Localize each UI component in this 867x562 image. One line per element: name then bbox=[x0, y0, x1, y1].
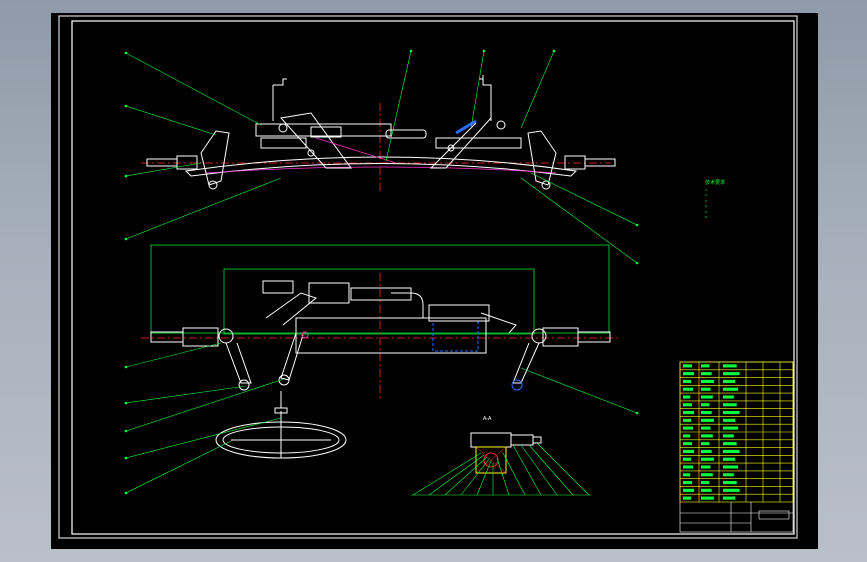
title-block-text-mark bbox=[723, 379, 736, 383]
top-view bbox=[141, 244, 621, 398]
title-block-text-mark bbox=[683, 379, 692, 383]
title-block-text-mark bbox=[723, 449, 740, 453]
engineering-drawing: A-A bbox=[58, 15, 798, 539]
technical-notes-title: 技术要求 bbox=[705, 180, 726, 186]
title-block-text-mark bbox=[701, 418, 714, 422]
title-block bbox=[679, 361, 794, 533]
title-block-text-mark bbox=[701, 442, 710, 446]
title-block-text-mark bbox=[723, 473, 734, 477]
title-block-text-mark bbox=[701, 473, 713, 477]
title-block-text-mark bbox=[723, 387, 739, 391]
title-block-text-mark bbox=[701, 481, 710, 485]
title-block-text-mark bbox=[683, 473, 691, 477]
title-block-text-mark bbox=[683, 465, 694, 469]
technical-note-line: 6. bbox=[705, 215, 708, 219]
title-block-text-mark bbox=[683, 496, 692, 500]
title-block-text-mark bbox=[723, 465, 739, 469]
leader-markers bbox=[124, 49, 639, 495]
title-block-text-mark bbox=[701, 465, 711, 469]
title-block-text-mark bbox=[701, 387, 711, 391]
cad-viewport[interactable]: A-A 技术要求 1. 2. 3. 4. 5. 6. bbox=[51, 13, 818, 549]
title-block-text-mark bbox=[701, 372, 712, 376]
title-block-text-mark bbox=[683, 442, 693, 446]
title-block-text-mark bbox=[723, 442, 737, 446]
title-block-text-mark bbox=[701, 364, 710, 368]
title-block-text-mark bbox=[723, 457, 736, 461]
steering-wheel-view bbox=[215, 391, 347, 459]
title-block-text-mark bbox=[701, 411, 712, 415]
title-block-text-mark bbox=[683, 364, 693, 368]
title-block-text-mark bbox=[723, 426, 739, 430]
title-block-text-mark bbox=[723, 496, 736, 500]
inner-frame bbox=[71, 20, 795, 535]
title-block-text-mark bbox=[701, 379, 714, 383]
title-block-text-mark bbox=[701, 449, 712, 453]
title-block-text-mark bbox=[723, 364, 737, 368]
title-block-text-mark bbox=[701, 426, 711, 430]
title-block-text-mark bbox=[723, 488, 740, 492]
title-block-text-mark bbox=[683, 449, 695, 453]
title-block-text-mark bbox=[701, 496, 714, 500]
title-block-text-mark bbox=[683, 411, 695, 415]
section-label: A-A bbox=[483, 416, 492, 422]
title-block-text-mark bbox=[701, 403, 710, 407]
title-block-text-mark bbox=[683, 426, 694, 430]
title-block-text-mark bbox=[683, 395, 691, 399]
leader-lines bbox=[125, 50, 638, 496]
technical-notes: 技术要求 1. 2. 3. 4. 5. 6. bbox=[705, 180, 815, 221]
title-block-text-mark bbox=[701, 395, 713, 399]
title-block-text-mark bbox=[683, 434, 691, 438]
title-block-text-mark bbox=[723, 411, 740, 415]
title-block-text-mark bbox=[683, 387, 694, 391]
title-block-text-mark bbox=[683, 372, 695, 376]
title-block-text-mark bbox=[723, 372, 740, 376]
title-block-text-mark bbox=[701, 488, 712, 492]
title-block-text-mark bbox=[683, 457, 692, 461]
title-block-text-mark bbox=[723, 403, 737, 407]
title-block-text-mark bbox=[723, 418, 736, 422]
title-block-text-mark bbox=[723, 481, 737, 485]
title-block-text-mark bbox=[701, 457, 714, 461]
title-block-text-mark bbox=[683, 488, 695, 492]
title-block-text-mark bbox=[683, 403, 693, 407]
title-block-text-mark bbox=[723, 434, 734, 438]
section-detail-view bbox=[470, 432, 542, 474]
title-block-text-mark bbox=[683, 418, 692, 422]
title-block-text-mark bbox=[723, 395, 734, 399]
title-block-text-mark bbox=[701, 434, 713, 438]
title-block-text-mark bbox=[683, 481, 693, 485]
